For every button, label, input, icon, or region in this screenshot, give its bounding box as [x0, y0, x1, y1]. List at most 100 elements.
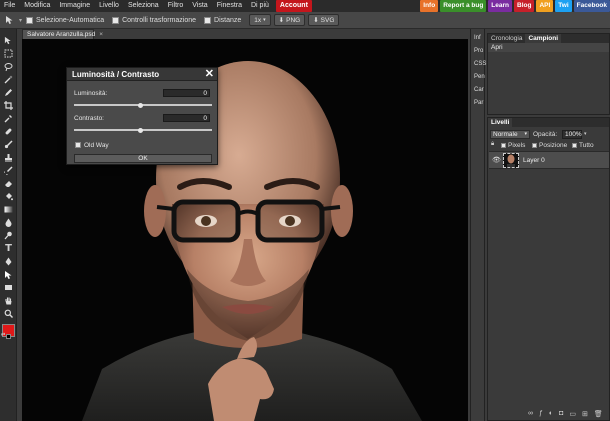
blog-button[interactable]: Blog	[514, 0, 535, 12]
api-button[interactable]: API	[536, 0, 554, 12]
pen-tool-icon[interactable]	[2, 256, 15, 267]
pencil-tool-icon[interactable]	[2, 87, 15, 98]
report-bug-button[interactable]: Report a bug	[440, 0, 487, 12]
magic-wand-icon[interactable]	[2, 74, 15, 85]
path-select-icon[interactable]	[2, 269, 15, 280]
panel-info[interactable]: Inf	[474, 35, 481, 41]
auto-select-checkbox[interactable]	[26, 16, 34, 24]
layer-effects-icon[interactable]: ƒ	[539, 410, 543, 418]
history-panel: Cronologia Campioni Apri	[487, 33, 610, 115]
ok-button[interactable]: OK	[74, 154, 212, 163]
transform-controls-option[interactable]: Controlli trasformazione	[112, 16, 196, 24]
new-folder-icon[interactable]: ▭	[569, 410, 576, 418]
old-way-checkbox[interactable]	[75, 142, 81, 148]
lock-all-checkbox[interactable]	[572, 143, 577, 148]
menu-more[interactable]: Di più	[247, 0, 274, 12]
brush-tool-icon[interactable]	[2, 139, 15, 150]
delete-layer-icon[interactable]: 🗑︎	[594, 410, 603, 418]
eye-icon[interactable]: 👁︎	[492, 156, 501, 164]
menu-select[interactable]: Seleziona	[124, 0, 164, 12]
menu-image[interactable]: Immagine	[55, 0, 95, 12]
lock-position-checkbox[interactable]	[532, 143, 537, 148]
brightness-slider-handle[interactable]	[138, 102, 143, 108]
chevron-down-icon[interactable]: ▾	[584, 131, 587, 137]
transform-controls-checkbox[interactable]	[112, 16, 120, 24]
hand-tool-icon[interactable]	[2, 295, 15, 306]
fill-bucket-icon[interactable]	[2, 191, 15, 202]
external-links: Info Report a bug Learn Blog API Twi Fac…	[420, 0, 610, 12]
marquee-tool-icon[interactable]	[2, 48, 15, 59]
panel-brush[interactable]: Pen	[474, 74, 485, 80]
document-tab[interactable]: Salvatore Aranzulla.psd ×	[22, 29, 103, 39]
chevron-down-icon[interactable]: ▾	[19, 17, 22, 24]
learn-button[interactable]: Learn	[488, 0, 512, 12]
clone-stamp-icon[interactable]	[2, 152, 15, 163]
menu-window[interactable]: Finestra	[213, 0, 247, 12]
contrast-slider[interactable]	[74, 129, 212, 131]
menu-filter[interactable]: Filtro	[164, 0, 189, 12]
menu-file[interactable]: File	[0, 0, 20, 12]
opacity-input[interactable]: 100%	[562, 130, 582, 139]
new-layer-icon[interactable]: ⊞	[582, 410, 588, 418]
close-icon[interactable]: ✕	[205, 68, 214, 81]
zoom-select[interactable]: 1x ▾	[249, 14, 271, 26]
collapsed-panel-strip: Inf Pro CSS Pen Car Par	[470, 29, 486, 421]
shape-tool-icon[interactable]	[2, 282, 15, 293]
panel-properties[interactable]: Pro	[474, 48, 483, 54]
crop-tool-icon[interactable]	[2, 100, 15, 111]
lock-pixels-checkbox[interactable]	[501, 143, 506, 148]
lasso-tool-icon[interactable]	[2, 61, 15, 72]
type-tool-icon[interactable]: T	[2, 243, 15, 254]
dodge-tool-icon[interactable]	[2, 230, 15, 241]
export-png-button[interactable]: ⬇ PNG	[273, 14, 306, 26]
blur-tool-icon[interactable]	[2, 217, 15, 228]
move-tool-icon	[3, 15, 16, 26]
dialog-title[interactable]: Luminosità / Contrasto	[67, 68, 217, 81]
layer-actions: ∞ ƒ ◐ ◘ ▭ ⊞ 🗑︎	[528, 410, 603, 418]
auto-select-option[interactable]: Selezione-Automatica	[26, 16, 104, 24]
brightness-input[interactable]: 0	[163, 89, 210, 97]
background-color-swatch[interactable]	[6, 334, 11, 339]
history-brush-icon[interactable]	[2, 165, 15, 176]
history-tabs: Cronologia Campioni	[488, 34, 609, 43]
tab-layers[interactable]: Livelli	[488, 118, 513, 127]
healing-brush-icon[interactable]	[2, 126, 15, 137]
layer-mask-icon[interactable]: ◘	[559, 410, 563, 418]
info-button[interactable]: Info	[420, 0, 439, 12]
adjustment-layer-icon[interactable]: ◐	[549, 410, 553, 418]
panel-paragraph[interactable]: Par	[474, 100, 483, 106]
brightness-label: Luminosità:	[74, 90, 108, 97]
layer-thumbnail	[503, 153, 519, 168]
menu-layer[interactable]: Livello	[95, 0, 124, 12]
eyedropper-icon[interactable]	[2, 113, 15, 124]
facebook-button[interactable]: Facebook	[573, 0, 610, 12]
distances-option[interactable]: Distanze	[204, 16, 241, 24]
eraser-tool-icon[interactable]	[2, 178, 15, 189]
panel-character[interactable]: Car	[474, 87, 484, 93]
gradient-tool-icon[interactable]	[2, 204, 15, 215]
menu-view[interactable]: Vista	[188, 0, 212, 12]
contrast-input[interactable]: 0	[163, 114, 210, 122]
brightness-contrast-dialog: Luminosità / Contrasto ✕ Luminosità: 0 C…	[66, 67, 218, 165]
close-tab-icon[interactable]: ×	[99, 31, 103, 38]
layer-name[interactable]: Layer 0	[523, 157, 545, 164]
brightness-slider[interactable]	[74, 104, 212, 106]
tab-history[interactable]: Cronologia	[488, 34, 525, 43]
export-svg-button[interactable]: ⬇ SVG	[308, 14, 340, 26]
panel-css[interactable]: CSS	[474, 61, 486, 67]
twitter-button[interactable]: Twi	[555, 0, 572, 12]
menubar: File Modifica Immagine Livello Seleziona…	[0, 0, 610, 12]
account-button[interactable]: Account	[275, 0, 312, 12]
blend-mode-select[interactable]: Normale ▾	[490, 130, 530, 139]
swap-colors-icon[interactable]: ⇄	[1, 332, 5, 338]
layer-row[interactable]: 👁︎ Layer 0	[489, 151, 609, 169]
contrast-slider-handle[interactable]	[138, 127, 143, 133]
menu-edit[interactable]: Modifica	[20, 0, 55, 12]
tab-swatches[interactable]: Campioni	[525, 34, 562, 43]
move-tool-icon[interactable]	[2, 35, 15, 46]
link-layers-icon[interactable]: ∞	[528, 410, 533, 418]
history-item[interactable]: Apri	[488, 43, 609, 52]
tool-palette: T ⇄	[0, 29, 17, 421]
distances-checkbox[interactable]	[204, 16, 212, 24]
zoom-tool-icon[interactable]	[2, 308, 15, 319]
